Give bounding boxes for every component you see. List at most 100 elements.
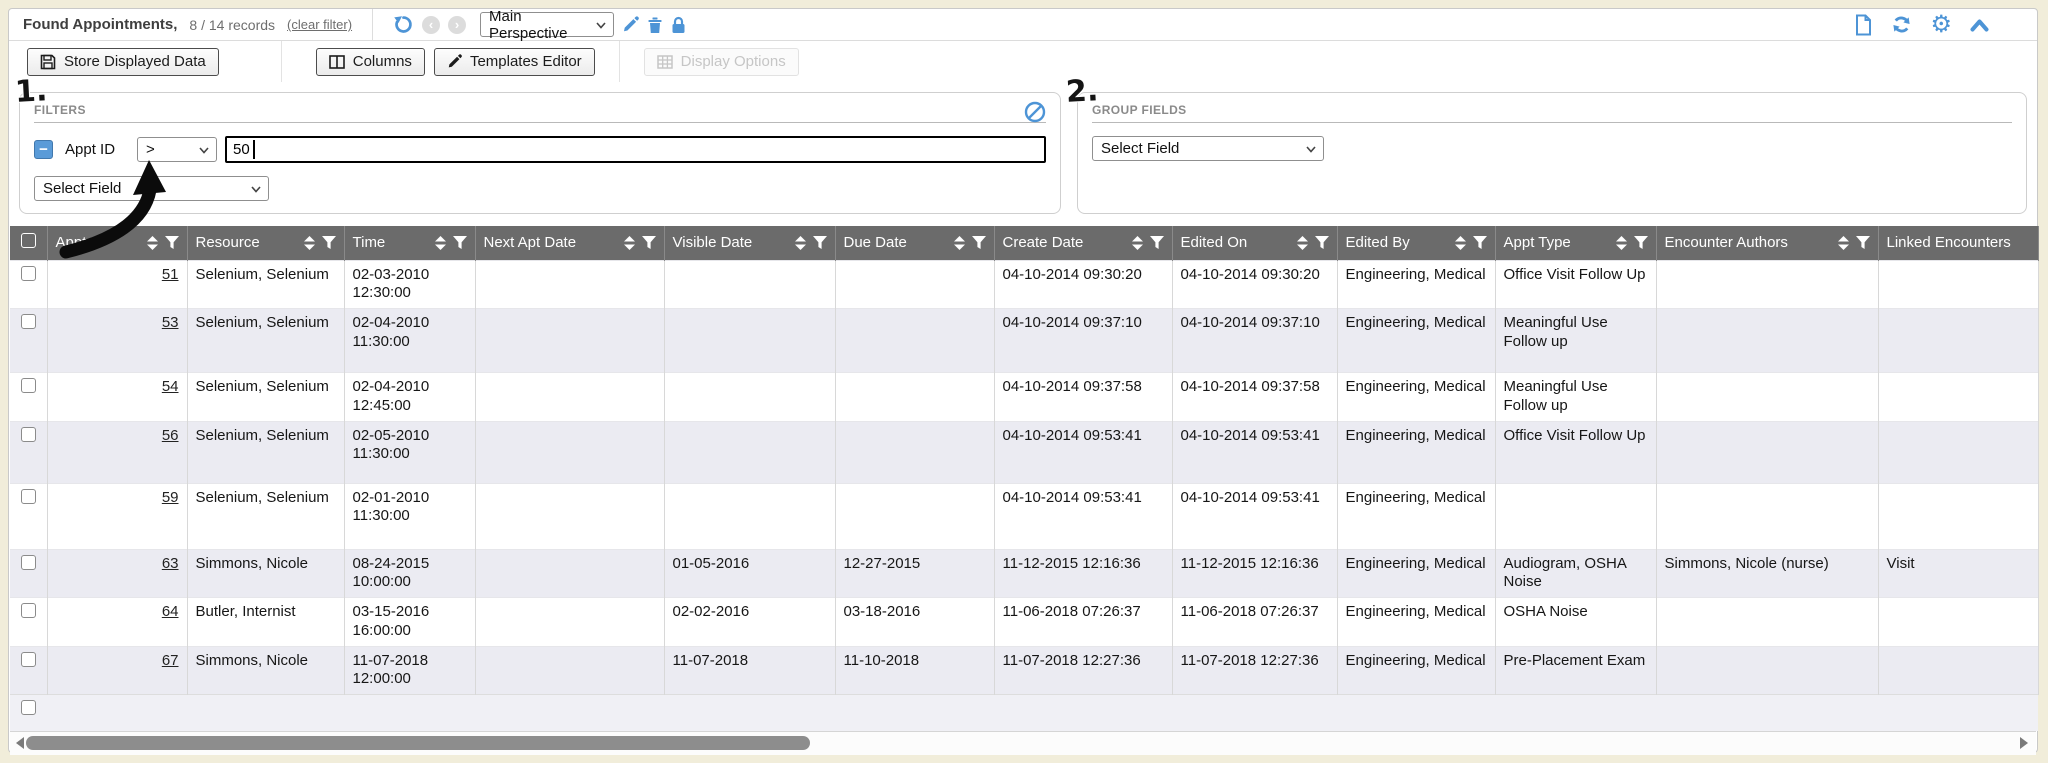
templates-editor-button[interactable]: Templates Editor [434, 48, 595, 76]
sort-icon[interactable] [624, 236, 635, 250]
filter-icon[interactable] [322, 236, 336, 249]
filter-value-wrap [225, 136, 1046, 163]
sort-icon[interactable] [954, 236, 965, 250]
column-header-resource[interactable]: Resource [187, 226, 344, 260]
next-perspective-button[interactable]: › [448, 16, 466, 34]
sort-icon[interactable] [795, 236, 806, 250]
column-header-label: Edited By [1346, 234, 1410, 251]
row-checkbox[interactable] [21, 427, 36, 442]
cell-encounter-authors [1656, 373, 1878, 422]
cell-resource: Simmons, Nicole [187, 549, 344, 598]
sort-icon[interactable] [1297, 236, 1308, 250]
column-header-visible-date[interactable]: Visible Date [664, 226, 835, 260]
column-header-edited-by[interactable]: Edited By [1337, 226, 1495, 260]
settings-button[interactable]: ⚙ [1930, 13, 1952, 37]
column-header-due-date[interactable]: Due Date [835, 226, 994, 260]
sort-icon[interactable] [1455, 236, 1466, 250]
lock-perspective-button[interactable] [671, 16, 686, 34]
horizontal-scrollbar[interactable] [10, 731, 2036, 755]
columns-button[interactable]: Columns [316, 48, 425, 76]
filter-icon[interactable] [1634, 236, 1648, 249]
column-header-time[interactable]: Time [344, 226, 475, 260]
clear-filter-link[interactable]: (clear filter) [287, 17, 352, 32]
appt-id-link[interactable]: 51 [162, 266, 179, 283]
filter-icon[interactable] [453, 236, 467, 249]
scroll-right-arrow-icon[interactable] [2020, 737, 2028, 749]
select-all-checkbox[interactable] [21, 233, 36, 248]
column-header-edited-on[interactable]: Edited On [1172, 226, 1337, 260]
clear-filters-button[interactable] [1024, 101, 1046, 123]
filter-icon[interactable] [1856, 236, 1870, 249]
row-checkbox[interactable] [21, 314, 36, 329]
appt-id-link[interactable]: 56 [162, 427, 179, 444]
perspective-select[interactable]: Main Perspective [480, 12, 614, 37]
scroll-left-arrow-icon[interactable] [16, 737, 24, 749]
table-row: 51Selenium, Selenium02-03-2010 12:30:000… [10, 260, 2038, 309]
filter-icon[interactable] [1150, 236, 1164, 249]
sort-icon[interactable] [435, 236, 446, 250]
cell-next-apt-date [475, 646, 664, 695]
topbar-right-icons: ⚙ [1854, 13, 2023, 37]
cell-edited-by: Engineering, Medical [1337, 483, 1495, 549]
previous-perspective-button[interactable]: ‹ [422, 16, 440, 34]
column-header-create-date[interactable]: Create Date [994, 226, 1172, 260]
collapse-button[interactable] [1970, 18, 1989, 32]
cell-create-date: 04-10-2014 09:30:20 [994, 260, 1172, 309]
filter-icon[interactable] [1473, 236, 1487, 249]
delete-perspective-button[interactable] [647, 16, 663, 34]
appt-id-link[interactable]: 53 [162, 314, 179, 331]
column-header-label: Appt Type [1504, 234, 1571, 251]
filter-icon[interactable] [642, 236, 656, 249]
column-header-label: Next Apt Date [484, 234, 577, 251]
row-checkbox[interactable] [21, 603, 36, 618]
appt-id-link[interactable]: 59 [162, 489, 179, 506]
display-options-button[interactable]: Display Options [644, 48, 799, 76]
cell-visible-date [664, 260, 835, 309]
sort-icon[interactable] [304, 236, 315, 250]
filter-icon[interactable] [165, 236, 179, 249]
row-checkbox[interactable] [21, 700, 36, 715]
edit-perspective-button[interactable] [622, 16, 639, 33]
filter-icon[interactable] [1315, 236, 1329, 249]
column-header-encounter-authors[interactable]: Encounter Authors [1656, 226, 1878, 260]
column-header-linked-encounters[interactable]: Linked Encounters [1878, 226, 2038, 260]
cell-create-date: 04-10-2014 09:37:58 [994, 373, 1172, 422]
add-filter-field-select[interactable]: Select Field [34, 176, 269, 201]
column-header-appt-type[interactable]: Appt Type [1495, 226, 1656, 260]
cell-next-apt-date [475, 309, 664, 373]
sort-icon[interactable] [1616, 236, 1627, 250]
filter-operator-select[interactable]: > [137, 137, 217, 162]
undo-button[interactable] [393, 14, 414, 35]
filter-operator-value: > [146, 141, 155, 158]
group-field-select[interactable]: Select Field [1092, 136, 1324, 161]
new-document-button[interactable] [1854, 14, 1873, 36]
appt-id-link[interactable]: 54 [162, 378, 179, 395]
sort-icon[interactable] [1838, 236, 1849, 250]
row-checkbox[interactable] [21, 378, 36, 393]
row-checkbox[interactable] [21, 489, 36, 504]
sort-icon[interactable] [147, 236, 158, 250]
cell-appt-type: Meaningful Use Follow up [1495, 373, 1656, 422]
chevron-left-icon: ‹ [429, 18, 433, 31]
remove-filter-button[interactable]: − [34, 140, 53, 159]
divider [619, 41, 620, 82]
cell-edited-by: Engineering, Medical [1337, 549, 1495, 598]
sort-icon[interactable] [1132, 236, 1143, 250]
store-displayed-data-button[interactable]: Store Displayed Data [27, 48, 219, 76]
filter-value-input[interactable] [225, 136, 1046, 163]
column-header-appt-id[interactable]: Appt ID [47, 226, 187, 260]
column-header-next-apt-date[interactable]: Next Apt Date [475, 226, 664, 260]
filter-icon[interactable] [972, 236, 986, 249]
appt-id-link[interactable]: 67 [162, 652, 179, 669]
row-checkbox[interactable] [21, 266, 36, 281]
filter-icon[interactable] [813, 236, 827, 249]
chevron-down-icon [1306, 146, 1316, 153]
scrollbar-thumb[interactable] [26, 736, 810, 750]
appt-id-link[interactable]: 64 [162, 603, 179, 620]
appt-id-link[interactable]: 63 [162, 555, 179, 572]
refresh-button[interactable] [1891, 14, 1912, 35]
text-caret [253, 140, 255, 159]
row-checkbox[interactable] [21, 652, 36, 667]
row-checkbox[interactable] [21, 555, 36, 570]
pencil-icon [622, 16, 639, 33]
